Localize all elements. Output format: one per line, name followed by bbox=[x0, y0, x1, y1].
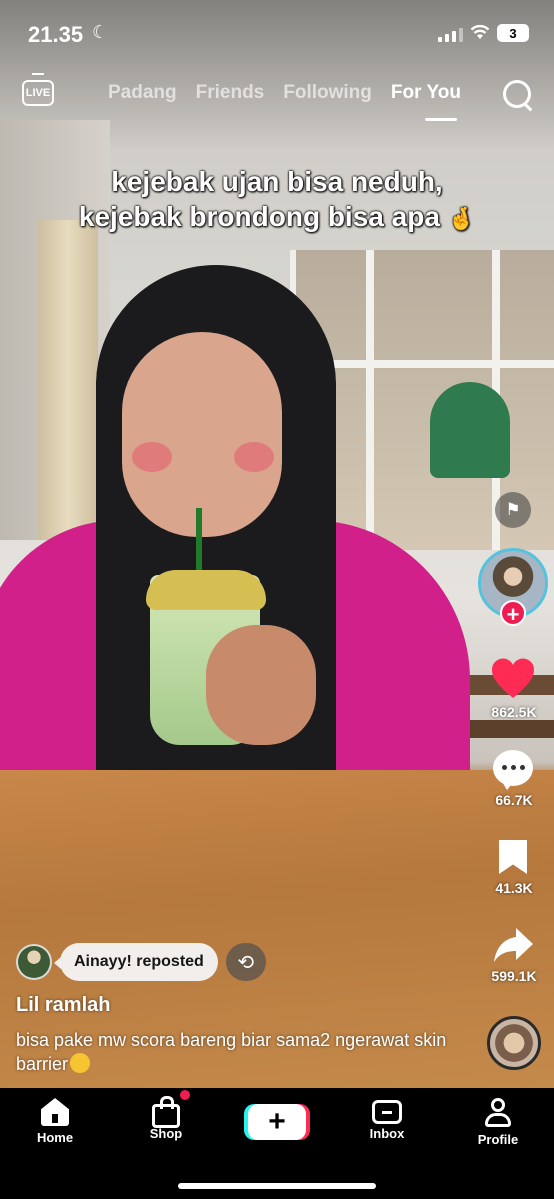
tab-friends[interactable]: Friends bbox=[196, 82, 265, 104]
wifi-icon bbox=[470, 24, 490, 39]
like-count: 862.5K bbox=[491, 704, 537, 720]
inbox-icon bbox=[372, 1100, 402, 1124]
share-icon[interactable] bbox=[492, 926, 534, 964]
repost-icon[interactable]: ⟲ bbox=[225, 943, 266, 981]
caption-line-1: kejebak ujan bisa neduh, bbox=[111, 166, 443, 197]
live-label: LIVE bbox=[25, 87, 51, 99]
heart-icon[interactable] bbox=[490, 656, 536, 700]
status-bar: 21.35 ☾ 3 bbox=[0, 0, 554, 64]
scene-cup-lid bbox=[146, 570, 266, 610]
share-count: 599.1K bbox=[491, 968, 537, 984]
flag-icon[interactable]: ⚑ bbox=[495, 492, 531, 528]
feed-tabs: Padang Friends Following For You bbox=[108, 82, 461, 104]
nav-home[interactable]: Home bbox=[15, 1098, 95, 1145]
cellular-signal-icon bbox=[438, 28, 463, 42]
comment-icon[interactable] bbox=[493, 750, 533, 790]
nav-home-label: Home bbox=[36, 1130, 74, 1145]
active-tab-indicator bbox=[425, 118, 457, 121]
scene-person-face bbox=[122, 332, 282, 537]
repost-row: Ainayy! reposted ⟲ bbox=[16, 942, 266, 982]
scene-hand bbox=[206, 625, 316, 745]
live-icon[interactable]: LIVE bbox=[22, 80, 54, 106]
sound-disc[interactable] bbox=[487, 1016, 541, 1070]
create-button[interactable]: + bbox=[248, 1104, 306, 1140]
caption-line-2: kejebak brondong bisa apa 🤞 bbox=[78, 201, 476, 232]
creator-username[interactable]: Lil ramlah bbox=[16, 994, 110, 1017]
video-caption-overlay: kejebak ujan bisa neduh, kejebak brondon… bbox=[0, 164, 554, 236]
post-description: bisa pake mw scora bareng biar sama2 nge… bbox=[16, 1030, 447, 1074]
top-nav: LIVE Padang Friends Following For You bbox=[0, 74, 554, 121]
profile-icon bbox=[484, 1098, 512, 1128]
scene-sign bbox=[430, 382, 510, 478]
nav-shop[interactable]: Shop bbox=[126, 1096, 206, 1141]
tab-for-you[interactable]: For You bbox=[391, 82, 461, 104]
reposter-avatar[interactable] bbox=[16, 944, 52, 980]
home-icon bbox=[41, 1098, 69, 1126]
nav-profile[interactable]: Profile bbox=[458, 1098, 538, 1147]
shop-icon bbox=[152, 1096, 180, 1128]
battery-indicator: 3 bbox=[497, 24, 529, 42]
follow-button[interactable]: + bbox=[500, 600, 526, 627]
search-icon[interactable] bbox=[503, 80, 531, 108]
kissing-emoji-icon bbox=[70, 1053, 91, 1073]
nav-inbox-label: Inbox bbox=[369, 1126, 405, 1141]
nav-shop-label: Shop bbox=[149, 1126, 183, 1141]
nav-inbox[interactable]: Inbox bbox=[347, 1098, 427, 1141]
tab-following[interactable]: Following bbox=[283, 82, 372, 104]
crossed-fingers-emoji-icon: 🤞 bbox=[447, 206, 476, 231]
save-count: 41.3K bbox=[495, 880, 533, 896]
nav-profile-label: Profile bbox=[477, 1132, 519, 1147]
scene-pillar bbox=[38, 220, 98, 540]
repost-label[interactable]: Ainayy! reposted bbox=[54, 943, 218, 981]
status-time: 21.35 bbox=[28, 22, 84, 47]
shop-notification-dot bbox=[180, 1090, 190, 1100]
tab-padang[interactable]: Padang bbox=[108, 82, 177, 104]
focus-moon-icon: ☾ bbox=[92, 22, 109, 42]
home-indicator bbox=[178, 1183, 376, 1189]
comment-count: 66.7K bbox=[495, 792, 533, 808]
